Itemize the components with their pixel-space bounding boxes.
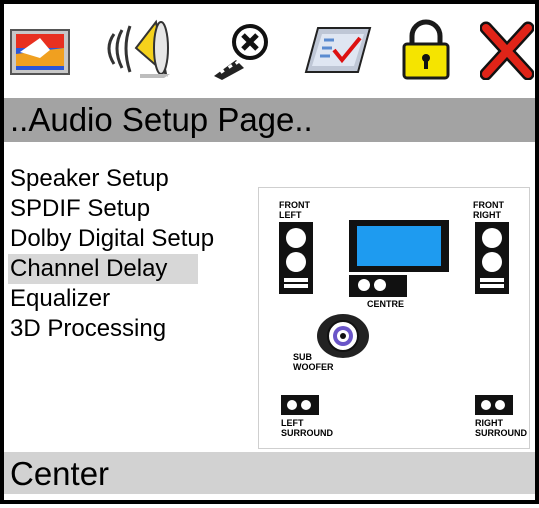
speaker-audio-icon[interactable] <box>100 18 170 80</box>
tv-screen-icon <box>349 220 449 272</box>
menu-item-channel-delay[interactable]: Channel Delay <box>8 254 198 284</box>
front-right-label: FRONT RIGHT <box>473 200 504 220</box>
audio-setup-window: ..Audio Setup Page.. Speaker Setup SPDIF… <box>0 0 539 504</box>
audio-setup-menu: Speaker Setup SPDIF Setup Dolby Digital … <box>8 164 258 344</box>
menu-item-spdif-setup[interactable]: SPDIF Setup <box>8 194 258 224</box>
status-bar: Center <box>4 452 535 494</box>
left-surround-label: LEFT SURROUND <box>281 418 334 438</box>
front-left-speaker[interactable] <box>279 222 313 294</box>
menu-item-equalizer[interactable]: Equalizer <box>8 284 258 314</box>
menu-item-dolby-digital-setup[interactable]: Dolby Digital Setup <box>8 224 258 254</box>
title-bar: ..Audio Setup Page.. <box>4 98 535 142</box>
centre-label: CENTRE <box>367 299 405 309</box>
preferences-checklist-icon[interactable] <box>304 18 372 80</box>
front-left-label: FRONT LEFT <box>279 200 310 220</box>
page-title: ..Audio Setup Page.. <box>10 101 313 138</box>
exit-x-icon[interactable] <box>479 18 535 81</box>
status-text: Center <box>10 455 110 492</box>
speaker-layout-diagram: FRONT LEFT FRONT RIGHT CENTRE SUB WOOFER… <box>258 187 530 449</box>
right-surround-speaker[interactable] <box>475 395 513 415</box>
padlock-icon[interactable] <box>396 18 456 80</box>
menu-item-speaker-setup[interactable]: Speaker Setup <box>8 164 258 194</box>
film-reel-icon[interactable] <box>210 18 270 80</box>
menu-item-3d-processing[interactable]: 3D Processing <box>8 314 258 344</box>
centre-speaker[interactable] <box>349 275 407 297</box>
sub-woofer-label: SUB WOOFER <box>293 352 334 372</box>
left-surround-speaker[interactable] <box>281 395 319 415</box>
front-right-speaker[interactable] <box>475 222 509 294</box>
right-surround-label: RIGHT SURROUND <box>475 418 528 438</box>
toolbar <box>4 4 535 90</box>
display-icon[interactable] <box>10 18 70 80</box>
